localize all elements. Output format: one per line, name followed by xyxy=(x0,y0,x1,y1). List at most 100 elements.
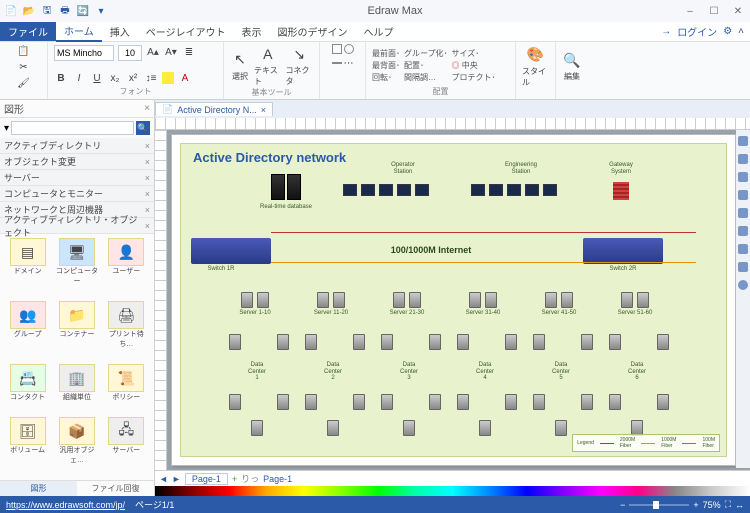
shape-item[interactable]: 🗄ボリューム xyxy=(4,417,51,476)
server-shape[interactable] xyxy=(287,174,301,200)
server-node[interactable] xyxy=(241,292,253,308)
shape-category[interactable]: アクティブディレクトリ× xyxy=(0,138,154,154)
drawing-page[interactable]: Active Directory network Real-time datab… xyxy=(171,134,736,466)
switch-shape[interactable] xyxy=(583,238,663,264)
server-node[interactable] xyxy=(457,394,469,410)
side-tool-icon[interactable] xyxy=(738,190,748,200)
shape-item[interactable]: 📁コンテナー xyxy=(53,301,100,360)
shape-rect-icon[interactable] xyxy=(332,44,342,54)
server-node[interactable] xyxy=(305,394,317,410)
shape-item[interactable]: 👤ユーザー xyxy=(103,238,150,297)
server-node[interactable] xyxy=(561,292,573,308)
text-tool-button[interactable]: Aテキスト xyxy=(254,44,282,87)
monitor-shape[interactable] xyxy=(489,184,503,196)
monitor-shape[interactable] xyxy=(507,184,521,196)
monitor-shape[interactable] xyxy=(415,184,429,196)
tab-insert[interactable]: 挿入 xyxy=(102,22,138,41)
server-node[interactable] xyxy=(277,394,289,410)
server-node[interactable] xyxy=(429,394,441,410)
page-nav-next-icon[interactable]: ► xyxy=(172,474,181,484)
side-tool-icon[interactable] xyxy=(738,262,748,272)
server-node[interactable] xyxy=(305,334,317,350)
server-node[interactable] xyxy=(581,394,593,410)
side-tool-icon[interactable] xyxy=(738,244,748,254)
italic-button[interactable]: I xyxy=(72,71,86,85)
server-node[interactable] xyxy=(353,334,365,350)
monitor-shape[interactable] xyxy=(525,184,539,196)
server-node[interactable] xyxy=(581,334,593,350)
tab-pagelayout[interactable]: ページレイアウト xyxy=(138,22,234,41)
page-tab[interactable]: Page-1 xyxy=(185,473,228,485)
shape-item[interactable]: 📦汎用オブジェ… xyxy=(53,417,100,476)
server-node[interactable] xyxy=(479,420,491,436)
zoom-out-button[interactable]: − xyxy=(620,500,625,510)
server-node[interactable] xyxy=(277,334,289,350)
highlight-icon[interactable] xyxy=(162,72,174,84)
spacing-button[interactable]: 間隔調… xyxy=(404,72,448,83)
group-button[interactable]: グループ化･ xyxy=(404,48,448,59)
server-node[interactable] xyxy=(251,420,263,436)
server-node[interactable] xyxy=(403,420,415,436)
shape-item[interactable]: 🏢組織単位 xyxy=(53,364,100,413)
page-tab[interactable]: Page-1 xyxy=(263,474,292,484)
shape-item[interactable]: ▤ドメイン xyxy=(4,238,51,297)
format-painter-button[interactable]: 🖌 xyxy=(17,76,31,90)
font-size-select[interactable] xyxy=(118,45,142,61)
status-url[interactable]: https://www.edrawsoft.com/jp/ xyxy=(6,500,125,510)
shape-item[interactable]: 📇コンタクト xyxy=(4,364,51,413)
qat-save-icon[interactable]: 🖫 xyxy=(40,4,54,18)
file-recovery-tab[interactable]: ファイル回復 xyxy=(77,481,154,496)
monitor-shape[interactable] xyxy=(379,184,393,196)
server-shape[interactable] xyxy=(271,174,285,200)
qat-open-icon[interactable]: 📂 xyxy=(22,4,36,18)
bullets-icon[interactable]: ≣ xyxy=(182,46,196,60)
font-family-select[interactable] xyxy=(54,45,114,61)
shape-category[interactable]: オブジェクト変更× xyxy=(0,154,154,170)
tab-view[interactable]: 表示 xyxy=(234,22,270,41)
cut-button[interactable]: ✂ xyxy=(17,60,31,74)
add-page-button[interactable]: + xyxy=(232,474,237,484)
side-tool-icon[interactable] xyxy=(738,136,748,146)
connector-tool-button[interactable]: ↘コネクタ xyxy=(286,44,313,87)
server-node[interactable] xyxy=(533,394,545,410)
server-node[interactable] xyxy=(409,292,421,308)
sub-icon[interactable]: x₂ xyxy=(108,71,122,85)
size-button[interactable]: サイズ･ xyxy=(452,48,496,59)
shape-category[interactable]: アクティブディレクトリ・オブジェクト× xyxy=(0,218,154,234)
server-node[interactable] xyxy=(637,292,649,308)
server-node[interactable] xyxy=(621,292,633,308)
server-node[interactable] xyxy=(545,292,557,308)
tab-design[interactable]: 図形のデザイン xyxy=(270,22,356,41)
side-tool-icon[interactable] xyxy=(738,226,748,236)
search-icon[interactable]: 🔍 xyxy=(136,121,150,135)
align-button[interactable]: 配置･ xyxy=(404,60,448,71)
qat-print-icon[interactable]: 🖶 xyxy=(58,4,72,18)
qat-new-icon[interactable]: 📄 xyxy=(4,4,18,18)
paste-button[interactable]: 📋 xyxy=(17,44,31,58)
bold-button[interactable]: B xyxy=(54,71,68,85)
server-node[interactable] xyxy=(609,334,621,350)
fit-width-icon[interactable]: ↔ xyxy=(735,500,744,510)
page-nav-prev-icon[interactable]: ◄ xyxy=(159,474,168,484)
server-node[interactable] xyxy=(353,394,365,410)
server-node[interactable] xyxy=(229,394,241,410)
doc-close-icon[interactable]: × xyxy=(261,105,266,115)
side-help-icon[interactable] xyxy=(738,280,748,290)
color-palette-bar[interactable] xyxy=(155,486,750,496)
tab-home[interactable]: ホーム xyxy=(56,21,102,42)
shape-category[interactable]: サーバー× xyxy=(0,170,154,186)
login-link[interactable]: ログイン xyxy=(677,24,717,39)
qat-more-icon[interactable]: ▾ xyxy=(94,4,108,18)
bring-front-button[interactable]: 最前面･ xyxy=(372,48,400,59)
side-tool-icon[interactable] xyxy=(738,172,748,182)
shapes-tab[interactable]: 図形 xyxy=(0,481,77,496)
server-node[interactable] xyxy=(381,334,393,350)
server-node[interactable] xyxy=(555,420,567,436)
shape-more-icon[interactable]: ⋯ xyxy=(344,58,354,69)
qat-refresh-icon[interactable]: 🔄 xyxy=(76,4,90,18)
shape-item[interactable]: 🖥コンピューター xyxy=(53,238,100,297)
shape-line-icon[interactable] xyxy=(332,62,342,64)
server-node[interactable] xyxy=(333,292,345,308)
fit-page-icon[interactable]: ⛶ xyxy=(725,499,731,510)
server-node[interactable] xyxy=(229,334,241,350)
